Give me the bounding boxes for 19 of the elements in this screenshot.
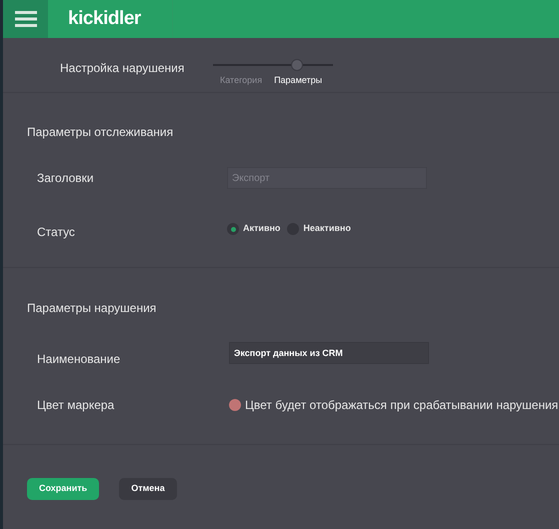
radio-icon bbox=[227, 223, 239, 235]
headers-field[interactable]: Экспорт bbox=[227, 167, 427, 189]
status-radio[interactable]: Активно bbox=[227, 222, 280, 236]
field-label: Наименование bbox=[37, 351, 122, 366]
marker-hint: Цвет будет отображаться при срабатывании нарушения bbox=[245, 397, 558, 414]
menu-icon bbox=[14, 11, 36, 27]
section-heading: Параметры отслеживания bbox=[27, 124, 174, 137]
field-label: Статус bbox=[37, 224, 76, 241]
wizard-title: Настройка нарушения bbox=[60, 60, 186, 77]
cancel-button[interactable]: Отмена bbox=[119, 478, 177, 500]
field-label: Цвет маркера bbox=[37, 397, 116, 414]
logo: kickidler bbox=[68, 6, 141, 31]
menu-button[interactable] bbox=[3, 0, 48, 38]
step-label[interactable]: Параметры bbox=[274, 74, 322, 88]
name-field[interactable]: Экспорт данных из CRM bbox=[229, 342, 429, 364]
section-heading: Параметры нарушения bbox=[27, 300, 158, 313]
field-label: Заголовки bbox=[37, 170, 95, 187]
stepper-thumb[interactable] bbox=[291, 59, 303, 71]
status-radio[interactable]: Неактивно bbox=[287, 222, 351, 236]
